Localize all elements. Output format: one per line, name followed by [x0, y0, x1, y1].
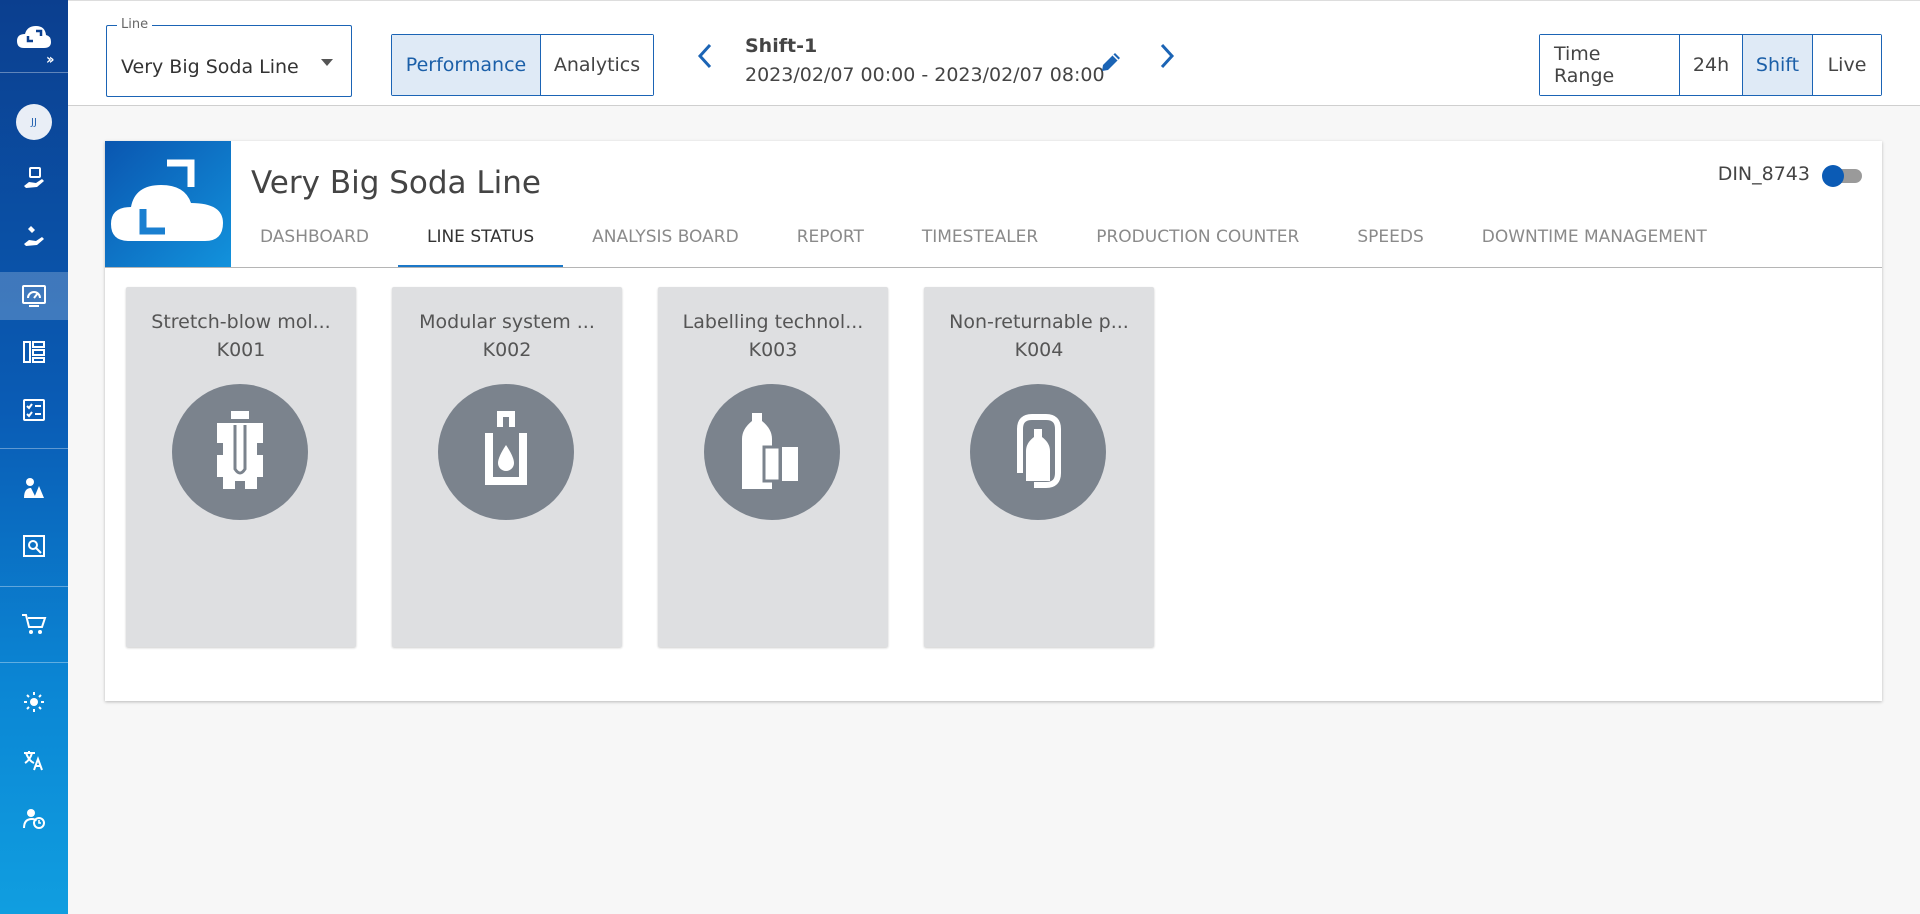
- line-title: Very Big Soda Line: [251, 165, 542, 201]
- din-label: DIN_8743: [1717, 163, 1810, 185]
- chevron-right-icon[interactable]: [1155, 41, 1177, 71]
- edit-pencil-icon[interactable]: [1098, 49, 1124, 75]
- tab-line-status[interactable]: LINE STATUS: [397, 218, 564, 268]
- shift-range: 2023/02/07 00:00 - 2023/02/07 08:00: [745, 64, 1105, 86]
- brightness-icon[interactable]: [0, 678, 68, 726]
- machine-tile-k002[interactable]: Modular system ... K002: [392, 287, 622, 647]
- tab-downtime-management[interactable]: DOWNTIME MANAGEMENT: [1453, 218, 1736, 268]
- view-toggle: Performance Analytics: [391, 34, 654, 96]
- shift-button[interactable]: Shift: [1743, 35, 1813, 95]
- machine-tile-k003[interactable]: Labelling technol... K003: [658, 287, 888, 647]
- live-button[interactable]: Live: [1813, 35, 1881, 95]
- user-clock-icon[interactable]: [0, 794, 68, 842]
- worker-icon[interactable]: [0, 464, 68, 512]
- line-select[interactable]: Line Very Big Soda Line: [106, 17, 352, 97]
- hand-wrench-icon[interactable]: [0, 212, 68, 260]
- line-logo: [105, 141, 231, 267]
- machine-code: K002: [482, 339, 532, 361]
- filler-icon: [438, 384, 574, 520]
- tab-report[interactable]: REPORT: [768, 218, 893, 268]
- hierarchy-icon[interactable]: [0, 328, 68, 376]
- din-toggle[interactable]: [1820, 165, 1864, 187]
- tabs-divider: [105, 267, 1882, 268]
- line-select-value: Very Big Soda Line: [121, 56, 299, 78]
- machine-name: Non-returnable p...: [949, 311, 1129, 333]
- chevron-left-icon[interactable]: [695, 41, 717, 71]
- analytics-button[interactable]: Analytics: [541, 35, 653, 95]
- line-card: Very Big Soda Line DIN_8743 DASHBOARD LI…: [105, 141, 1882, 701]
- machine-name: Stretch-blow mol...: [151, 311, 331, 333]
- line-select-legend: Line: [117, 17, 153, 32]
- tab-analysis-board[interactable]: ANALYSIS BOARD: [563, 218, 768, 268]
- time-range-button[interactable]: Time Range: [1540, 35, 1680, 95]
- tab-speeds[interactable]: SPEEDS: [1328, 218, 1452, 268]
- packer-icon: [970, 384, 1106, 520]
- machine-tile-k004[interactable]: Non-returnable p... K004: [924, 287, 1154, 647]
- translate-icon[interactable]: [0, 736, 68, 784]
- cloud-logo-icon[interactable]: [0, 12, 68, 60]
- machine-code: K004: [1014, 339, 1064, 361]
- search-document-icon[interactable]: [0, 522, 68, 570]
- machine-tile-k001[interactable]: Stretch-blow mol... K001: [126, 287, 356, 647]
- tab-production-counter[interactable]: PRODUCTION COUNTER: [1067, 218, 1328, 268]
- machine-code: K001: [216, 339, 266, 361]
- cloud-logo-icon: [111, 159, 223, 241]
- stretch-blow-molder-icon: [172, 384, 308, 520]
- line-tabs: DASHBOARD LINE STATUS ANALYSIS BOARD REP…: [231, 218, 1736, 268]
- avatar[interactable]: JJ: [0, 98, 68, 146]
- gauge-monitor-icon[interactable]: [0, 272, 68, 320]
- top-bar: Line Very Big Soda Line Performance Anal…: [68, 0, 1920, 106]
- hand-settings-icon[interactable]: [0, 154, 68, 202]
- sidebar: ›› JJ: [0, 0, 68, 914]
- 24h-button[interactable]: 24h: [1680, 35, 1743, 95]
- cart-icon[interactable]: [0, 600, 68, 648]
- machine-code: K003: [748, 339, 798, 361]
- machine-name: Labelling technol...: [682, 311, 864, 333]
- caret-down-icon: [321, 59, 333, 66]
- shift-title: Shift-1: [745, 35, 818, 57]
- time-toggle: Time Range 24h Shift Live: [1539, 34, 1882, 96]
- labeller-icon: [704, 384, 840, 520]
- tab-dashboard[interactable]: DASHBOARD: [231, 218, 398, 268]
- chevron-double-right-icon[interactable]: ››: [46, 52, 54, 68]
- tab-timestealer[interactable]: TIMESTEALER: [893, 218, 1067, 268]
- performance-button[interactable]: Performance: [392, 35, 541, 95]
- machine-name: Modular system ...: [419, 311, 595, 333]
- avatar-initials: JJ: [16, 104, 52, 140]
- checklist-icon[interactable]: [0, 386, 68, 434]
